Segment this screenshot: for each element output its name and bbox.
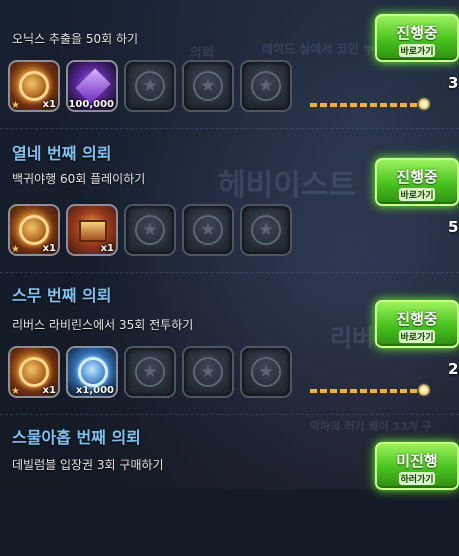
star-icon: ★ — [135, 71, 165, 101]
quest-status-button[interactable]: 진행중 바로가기 — [375, 300, 459, 348]
reward-quantity: x1 — [42, 99, 56, 110]
reward-quantity: x1 — [42, 243, 56, 254]
star-icon: ★ — [251, 357, 281, 387]
quest-status-button[interactable]: 진행중 바로가기 — [375, 14, 459, 62]
star-icon: ★ — [193, 71, 223, 101]
spark-icon — [417, 383, 431, 397]
button-label: 미진행 — [396, 452, 438, 470]
quest-card: 스물아홉 번째 의뢰 데빌럼블 입장권 3회 구매하기 미진행 하러가기 — [0, 416, 459, 556]
quest-description: 데빌럼블 입장권 3회 구매하기 — [12, 458, 164, 472]
progress-count: 3 — [448, 74, 459, 92]
button-sublabel: 바로가기 — [399, 188, 435, 201]
star-icon: ★ — [193, 357, 223, 387]
empty-reward-slot: ★ — [124, 60, 176, 112]
quest-card: 오닉스 추출을 50회 하기 ★ x1 x100,000 ★ ★ ★ 진행중 바… — [0, 0, 459, 129]
reward-quantity: x100,000 — [66, 99, 114, 110]
quest-description: 백귀야행 60회 플레이하기 — [12, 172, 146, 186]
star-icon: ★ — [135, 215, 165, 245]
star-icon: ★ — [11, 100, 20, 111]
star-icon: ★ — [251, 215, 281, 245]
button-label: 진행중 — [396, 168, 438, 186]
empty-reward-slot: ★ — [182, 60, 234, 112]
empty-reward-slot: ★ — [240, 60, 292, 112]
star-icon: ★ — [193, 215, 223, 245]
empty-reward-slot: ★ — [124, 346, 176, 398]
reward-quantity: x1 — [100, 243, 114, 254]
progress-indicator — [310, 97, 431, 111]
button-sublabel: 하러가기 — [399, 472, 435, 485]
reward-slot[interactable]: ★ x1 — [8, 346, 60, 398]
reward-quantity: x1 — [42, 385, 56, 396]
reward-slot[interactable]: ★ x1 — [8, 60, 60, 112]
quest-card: 열네 번째 의뢰 백귀야행 60회 플레이하기 ★ x1 x1 ★ ★ ★ 진행… — [0, 132, 459, 273]
progress-count: 54 — [448, 218, 459, 236]
quest-card: 스무 번째 의뢰 리버스 라비린스에서 35회 전투하기 ★ x1 x1,000… — [0, 274, 459, 415]
quest-status-button[interactable]: 미진행 하러가기 — [375, 442, 459, 490]
star-icon: ★ — [135, 357, 165, 387]
button-sublabel: 바로가기 — [399, 330, 435, 343]
quest-title: 스무 번째 의뢰 — [12, 286, 112, 305]
button-label: 진행중 — [396, 310, 438, 328]
button-label: 진행중 — [396, 24, 438, 42]
empty-reward-slot: ★ — [124, 204, 176, 256]
reward-slot[interactable]: ★ x1 — [8, 204, 60, 256]
reward-slot[interactable]: x100,000 — [66, 60, 118, 112]
star-icon: ★ — [11, 386, 20, 397]
quest-status-button[interactable]: 진행중 바로가기 — [375, 158, 459, 206]
empty-reward-slot: ★ — [182, 204, 234, 256]
spark-icon — [417, 97, 431, 111]
quest-description: 리버스 라비린스에서 35회 전투하기 — [12, 318, 194, 332]
quest-title: 스물아홉 번째 의뢰 — [12, 428, 141, 447]
empty-reward-slot: ★ — [240, 346, 292, 398]
quest-title: 열네 번째 의뢰 — [12, 144, 112, 163]
star-icon: ★ — [11, 244, 20, 255]
reward-quantity: x1,000 — [75, 385, 114, 396]
empty-reward-slot: ★ — [182, 346, 234, 398]
progress-count: 2 — [448, 360, 459, 378]
star-icon: ★ — [251, 71, 281, 101]
progress-indicator — [310, 383, 431, 397]
reward-slot[interactable]: x1,000 — [66, 346, 118, 398]
reward-slot[interactable]: x1 — [66, 204, 118, 256]
empty-reward-slot: ★ — [240, 204, 292, 256]
button-sublabel: 바로가기 — [399, 44, 435, 57]
quest-description: 오닉스 추출을 50회 하기 — [12, 32, 139, 46]
